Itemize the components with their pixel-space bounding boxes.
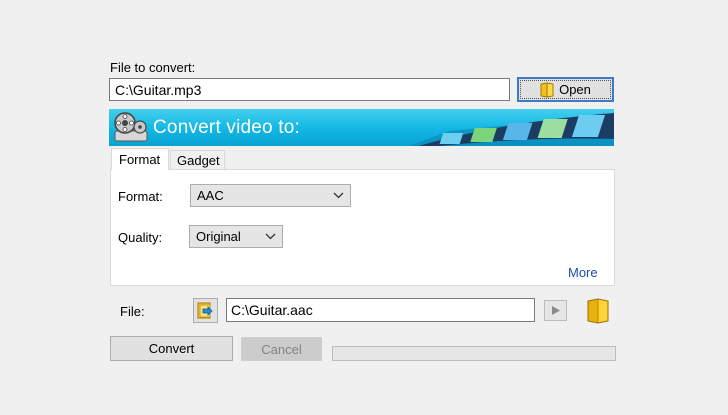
folder-icon xyxy=(540,81,554,98)
output-file-icon xyxy=(197,302,213,319)
film-reel-icon xyxy=(114,112,148,142)
folder-icon xyxy=(587,298,609,324)
settings-panel xyxy=(110,169,615,286)
convert-banner: Convert video to: xyxy=(109,109,614,146)
conversion-progress-bar xyxy=(332,346,616,361)
output-file-button[interactable] xyxy=(193,298,218,323)
browse-folder-button[interactable] xyxy=(585,297,611,325)
tab-gadget[interactable]: Gadget xyxy=(170,150,225,169)
preview-button[interactable] xyxy=(544,300,567,321)
format-select-value: AAC xyxy=(197,188,224,203)
open-button[interactable]: Open xyxy=(517,77,614,102)
file-to-convert-label: File to convert: xyxy=(110,60,196,75)
convert-button[interactable]: Convert xyxy=(110,336,233,361)
quality-label: Quality: xyxy=(118,230,163,245)
quality-select[interactable]: Original xyxy=(189,225,283,248)
format-label: Format: xyxy=(118,189,163,204)
more-link[interactable]: More xyxy=(568,265,598,280)
source-file-input[interactable] xyxy=(109,78,510,101)
open-button-label: Open xyxy=(559,82,591,97)
cancel-button[interactable]: Cancel xyxy=(241,337,322,361)
format-select[interactable]: AAC xyxy=(190,184,351,207)
film-strip-decoration xyxy=(409,113,614,146)
tab-format[interactable]: Format xyxy=(111,148,169,170)
output-file-input[interactable] xyxy=(226,298,535,322)
output-file-label: File: xyxy=(120,304,145,319)
play-icon xyxy=(552,306,560,315)
quality-select-value: Original xyxy=(196,229,241,244)
chevron-down-icon xyxy=(265,233,276,240)
chevron-down-icon xyxy=(333,192,344,199)
banner-title: Convert video to: xyxy=(153,117,301,138)
